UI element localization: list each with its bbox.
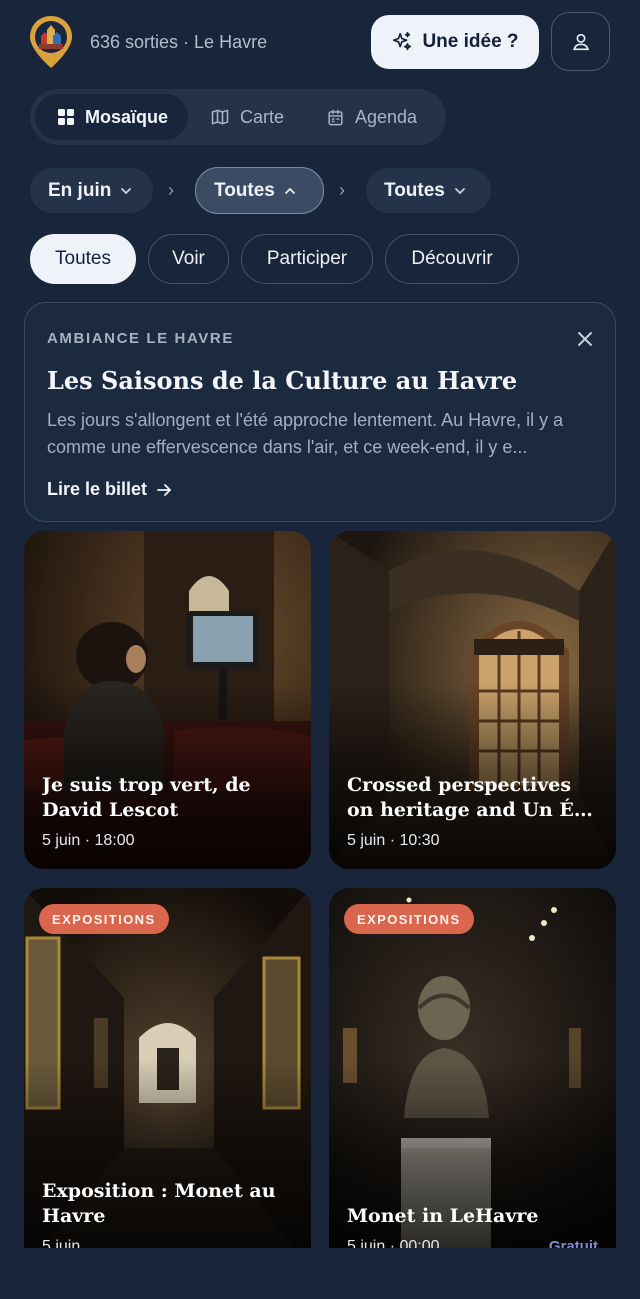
calendar-icon — [328, 109, 343, 125]
read-article-label: Lire le billet — [47, 479, 148, 499]
ambiance-title: Les Saisons de la Culture au Havre — [47, 366, 518, 395]
month-filter[interactable]: En juin — [30, 168, 153, 213]
event-card[interactable]: Crossed perspectives on heritage and Un … — [329, 531, 616, 869]
events-count-location: 636 sorties · Le Havre — [90, 32, 268, 52]
map-icon — [211, 109, 229, 125]
profile-button[interactable] — [551, 12, 610, 71]
chip-toutes[interactable]: Toutes — [30, 234, 136, 284]
subcategory-filter[interactable]: Toutes — [366, 168, 491, 213]
event-title: Je suis trop vert, de David Lescot — [42, 774, 251, 821]
event-card[interactable]: EXPOSITIONS Exposition : Monet au Havre … — [24, 888, 311, 1268]
user-icon — [572, 33, 589, 50]
event-title: Crossed perspectives on heritage and Un … — [347, 774, 595, 821]
idea-button-label: Une idée ? — [422, 31, 519, 52]
bottom-safe-area — [0, 1248, 640, 1299]
read-article-link[interactable]: Lire le billet — [47, 479, 173, 500]
arrow-right-icon — [157, 483, 171, 496]
close-icon[interactable] — [576, 330, 594, 348]
idea-button[interactable]: Une idée ? — [371, 15, 539, 69]
event-date: 5 juin · 18:00 — [42, 832, 135, 849]
event-card[interactable]: Je suis trop vert, de David Lescot 5 jui… — [24, 531, 311, 869]
event-date: 5 juin · 10:30 — [347, 832, 440, 849]
category-badge: EXPOSITIONS — [39, 904, 169, 934]
ambiance-card: AMBIANCE LE HAVRE Les Saisons de la Cult… — [24, 302, 616, 522]
filter-separator: › — [168, 180, 174, 200]
chip-participer[interactable]: Participer — [241, 234, 373, 284]
tab-mosaique[interactable]: Mosaïque — [35, 94, 188, 140]
grid-icon — [57, 109, 74, 125]
category-filter[interactable]: Toutes — [195, 167, 324, 214]
tab-carte[interactable]: Carte — [192, 94, 304, 140]
event-title: Exposition : Monet au Havre — [42, 1180, 276, 1227]
view-switcher: Mosaïque Carte Agenda — [30, 89, 446, 145]
subcategory-filter-label: Toutes — [384, 179, 445, 201]
month-filter-label: En juin — [48, 179, 112, 201]
tab-agenda-label: Agenda — [355, 106, 418, 127]
ambiance-text: Les jours s'allongent et l'été approche … — [47, 410, 564, 457]
le-havre-logo[interactable] — [28, 14, 74, 70]
tab-mosaique-label: Mosaïque — [84, 106, 168, 127]
tab-carte-label: Carte — [240, 106, 285, 127]
chip-decouvrir[interactable]: Découvrir — [385, 234, 519, 284]
event-title: Monet in LeHavre — [347, 1205, 539, 1227]
category-badge: EXPOSITIONS — [344, 904, 474, 934]
tab-agenda[interactable]: Agenda — [308, 94, 436, 140]
sparkles-icon — [393, 32, 412, 51]
chevron-down-icon — [454, 187, 465, 194]
chevron-down-icon — [121, 187, 132, 194]
chip-voir[interactable]: Voir — [148, 234, 229, 284]
event-card[interactable]: EXPOSITIONS Monet in LeHavre 5 juin · 00… — [329, 888, 616, 1268]
filter-separator-2: › — [339, 180, 345, 200]
category-filter-label: Toutes — [214, 179, 275, 201]
ambiance-tag: AMBIANCE LE HAVRE — [47, 330, 234, 347]
chevron-up-icon — [284, 187, 295, 194]
